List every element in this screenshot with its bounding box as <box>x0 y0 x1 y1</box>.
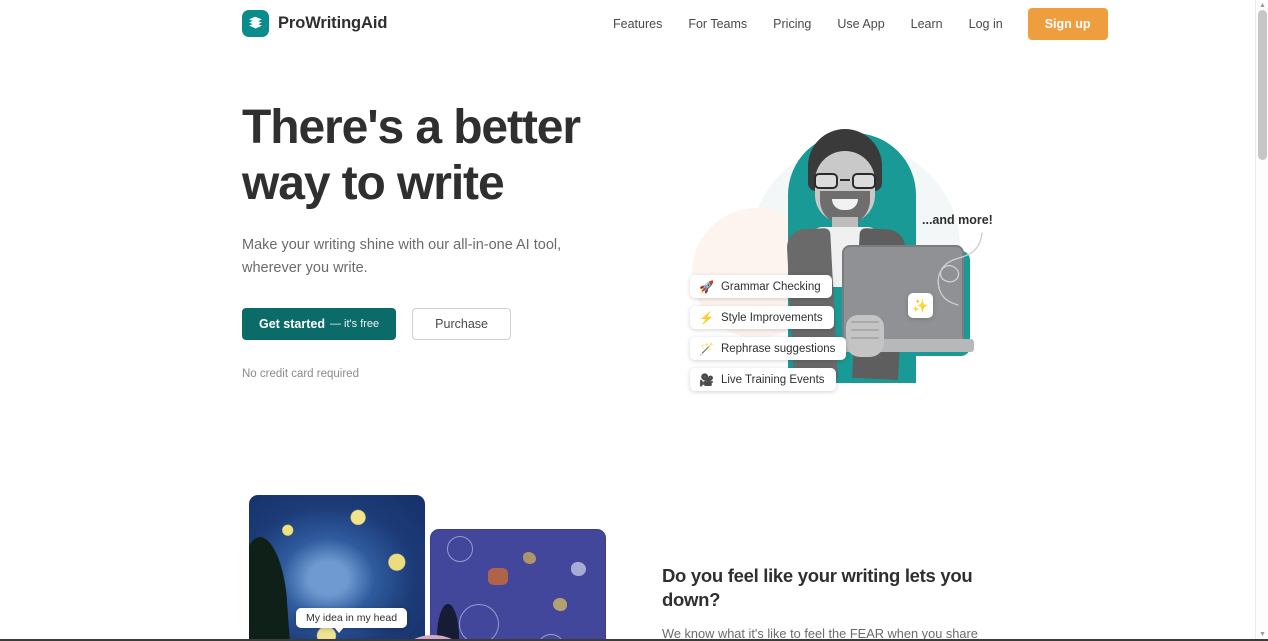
sketch-star-icon <box>523 552 536 564</box>
sketch-star-icon <box>553 598 567 611</box>
sketch-cypress-tree <box>437 604 459 639</box>
section-two-copy: Do you feel like your writing lets you d… <box>662 564 1017 639</box>
rocket-icon: 🚀 <box>699 279 714 294</box>
sketch-moon-icon <box>488 568 508 585</box>
nav-item-features[interactable]: Features <box>600 8 675 40</box>
sign-up-button[interactable]: Sign up <box>1027 8 1108 40</box>
hero-cta-group: Get started — it's free Purchase <box>242 308 642 340</box>
section-two-paragraph: We know what it's like to feel the FEAR … <box>662 626 978 639</box>
illustration-comparison: My idea in my head <box>249 495 606 639</box>
person-hand <box>846 315 884 357</box>
glasses-lens-right <box>852 173 876 189</box>
amateur-sketch-image <box>430 529 606 639</box>
section-two-title: Do you feel like your writing lets you d… <box>662 565 973 610</box>
idea-caption-bubble: My idea in my head <box>296 608 408 633</box>
sparkle-icon: ✨ <box>912 297 929 313</box>
page-viewport: ProWritingAid Features For Teams Pricing… <box>0 0 1255 639</box>
hero-title-line-2: way to write <box>242 157 505 210</box>
scroll-up-arrow-icon[interactable]: ▲ <box>1256 0 1268 10</box>
lightning-icon: ⚡ <box>699 310 714 325</box>
magic-wand-icon: 🪄 <box>699 341 714 356</box>
feature-chip-rephrase-suggestions[interactable]: 🪄 Rephrase suggestions <box>690 337 847 360</box>
hero-illustration: 🚀 Grammar Checking ⚡ Style Improvements … <box>660 103 1020 433</box>
feature-chip-label: Rephrase suggestions <box>720 342 836 355</box>
nav-item-pricing[interactable]: Pricing <box>760 8 824 40</box>
video-camera-icon: 🎥 <box>699 372 714 387</box>
nav-item-log-in[interactable]: Log in <box>956 8 1016 40</box>
get-started-button[interactable]: Get started — it's free <box>242 308 397 340</box>
nav-item-use-app[interactable]: Use App <box>824 8 897 40</box>
feature-chip-label: Live Training Events <box>720 373 825 386</box>
squiggle-arrow-icon <box>937 232 983 306</box>
main-nav: Features For Teams Pricing Use App Learn… <box>600 8 1108 40</box>
vertical-scrollbar[interactable]: ▲ ▼ <box>1255 0 1268 639</box>
sketch-star-icon <box>571 562 586 576</box>
feature-chip-grammar-checking[interactable]: 🚀 Grammar Checking <box>690 275 832 298</box>
hero-copy: There's a better way to write Make your … <box>242 100 642 380</box>
brand-name: ProWritingAid <box>278 14 388 32</box>
get-started-sublabel: — it's free <box>330 318 380 330</box>
glasses-lens-left <box>814 173 838 189</box>
nav-item-for-teams[interactable]: For Teams <box>675 8 760 40</box>
book-logo-icon <box>242 10 269 37</box>
glasses-icon <box>813 173 877 189</box>
brand-logo-link[interactable]: ProWritingAid <box>242 10 387 37</box>
and-more-label: ...and more! <box>922 213 993 227</box>
glasses-bridge <box>840 179 850 182</box>
nav-item-learn[interactable]: Learn <box>898 8 956 40</box>
sketch-spiral-icon <box>459 604 499 639</box>
hero-title: There's a better way to write <box>242 100 642 212</box>
purchase-button[interactable]: Purchase <box>412 308 511 340</box>
hero-section: There's a better way to write Make your … <box>0 48 1255 468</box>
no-credit-card-note: No credit card required <box>242 368 359 380</box>
feature-chip-style-improvements[interactable]: ⚡ Style Improvements <box>690 306 834 329</box>
feature-chip-label: Style Improvements <box>720 311 823 324</box>
feature-chip-live-training-events[interactable]: 🎥 Live Training Events <box>690 368 836 391</box>
sketch-spiral-icon <box>447 536 473 562</box>
scroll-down-arrow-icon[interactable]: ▼ <box>1256 629 1268 639</box>
vertical-scrollbar-thumb[interactable] <box>1258 10 1267 160</box>
get-started-label: Get started <box>259 317 325 331</box>
hero-subtitle: Make your writing shine with our all-in-… <box>242 237 562 276</box>
site-header: ProWritingAid Features For Teams Pricing… <box>0 0 1255 48</box>
feature-chip-label: Grammar Checking <box>720 280 821 293</box>
hero-title-line-1: There's a better <box>242 101 581 154</box>
writing-lets-you-down-section: My idea in my head Do you feel like your… <box>0 468 1255 639</box>
